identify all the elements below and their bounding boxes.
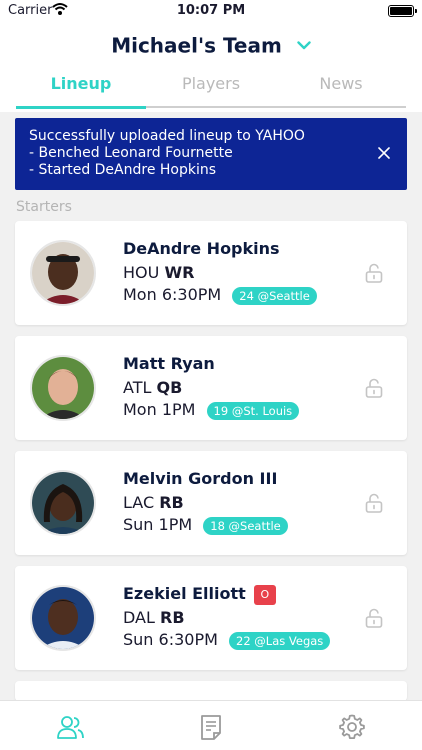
position: QB bbox=[156, 378, 183, 397]
matchup-badge: 22 @Las Vegas bbox=[229, 631, 331, 650]
player-card-partial[interactable] bbox=[15, 681, 407, 701]
player-card[interactable]: Ezekiel Elliott O DAL RB Sun 6:30PM 22 @L… bbox=[15, 566, 407, 670]
player-card[interactable]: Matt Ryan ATL QB Mon 1PM 19 @St. Louis bbox=[15, 336, 407, 440]
chevron-down-icon bbox=[297, 41, 311, 50]
tab-news[interactable]: News bbox=[276, 74, 406, 93]
tab-indicator bbox=[16, 106, 146, 109]
player-avatar bbox=[30, 240, 96, 306]
position: WR bbox=[164, 263, 195, 282]
game-info: Sun 6:30PM 22 @Las Vegas bbox=[123, 630, 331, 650]
team-abbr: HOU bbox=[123, 263, 160, 282]
tab-lineup[interactable]: Lineup bbox=[16, 74, 146, 93]
close-icon[interactable] bbox=[377, 146, 391, 160]
bottom-tab-bar bbox=[0, 700, 422, 750]
team-abbr: DAL bbox=[123, 608, 155, 627]
gear-icon[interactable] bbox=[338, 713, 366, 741]
team-abbr: ATL bbox=[123, 378, 152, 397]
player-avatar bbox=[30, 355, 96, 421]
unlocked-icon[interactable] bbox=[365, 378, 383, 398]
header: Michael's Team Lineup Players News bbox=[0, 22, 422, 112]
player-avatar bbox=[30, 585, 96, 651]
section-label-starters: Starters bbox=[16, 199, 72, 215]
player-avatar bbox=[30, 470, 96, 536]
game-time: Mon 1PM bbox=[123, 400, 196, 419]
game-info: Sun 1PM 18 @Seattle bbox=[123, 515, 288, 535]
people-icon[interactable] bbox=[56, 713, 84, 741]
upload-success-banner: Successfully uploaded lineup to YAHOO - … bbox=[15, 118, 407, 190]
player-name: Melvin Gordon III bbox=[123, 469, 278, 488]
status-bar: Carrier 10:07 PM bbox=[0, 0, 422, 22]
player-name-text: Ezekiel Elliott bbox=[123, 584, 246, 603]
matchup-badge: 19 @St. Louis bbox=[206, 401, 300, 420]
player-team-position: DAL RB bbox=[123, 608, 185, 627]
notes-icon[interactable] bbox=[197, 713, 225, 741]
matchup-badge: 18 @Seattle bbox=[203, 516, 288, 535]
unlocked-icon[interactable] bbox=[365, 263, 383, 283]
game-time: Mon 6:30PM bbox=[123, 285, 222, 304]
game-time: Sun 1PM bbox=[123, 515, 193, 534]
clock: 10:07 PM bbox=[176, 3, 246, 18]
player-team-position: LAC RB bbox=[123, 493, 184, 512]
team-title: Michael's Team bbox=[111, 33, 282, 58]
game-info: Mon 6:30PM 24 @Seattle bbox=[123, 285, 317, 305]
banner-line: - Started DeAndre Hopkins bbox=[29, 162, 217, 178]
battery-icon bbox=[388, 5, 417, 17]
segmented-tabs: Lineup Players News bbox=[16, 70, 406, 110]
player-team-position: HOU WR bbox=[123, 263, 194, 282]
player-card[interactable]: DeAndre Hopkins HOU WR Mon 6:30PM 24 @Se… bbox=[15, 221, 407, 325]
team-abbr: LAC bbox=[123, 493, 155, 512]
banner-line: - Benched Leonard Fournette bbox=[29, 145, 233, 161]
team-selector[interactable]: Michael's Team bbox=[0, 32, 422, 58]
game-info: Mon 1PM 19 @St. Louis bbox=[123, 400, 300, 420]
player-team-position: ATL QB bbox=[123, 378, 182, 397]
player-name: Ezekiel Elliott O bbox=[123, 584, 276, 605]
banner-line: Successfully uploaded lineup to YAHOO bbox=[29, 128, 305, 144]
injury-status-badge: O bbox=[253, 584, 276, 605]
player-name: DeAndre Hopkins bbox=[123, 239, 280, 258]
player-name: Matt Ryan bbox=[123, 354, 215, 373]
game-time: Sun 6:30PM bbox=[123, 630, 218, 649]
matchup-badge: 24 @Seattle bbox=[232, 286, 317, 305]
unlocked-icon[interactable] bbox=[365, 608, 383, 628]
tab-players[interactable]: Players bbox=[146, 74, 276, 93]
player-card[interactable]: Melvin Gordon III LAC RB Sun 1PM 18 @Sea… bbox=[15, 451, 407, 555]
position: RB bbox=[159, 493, 184, 512]
position: RB bbox=[160, 608, 185, 627]
unlocked-icon[interactable] bbox=[365, 493, 383, 513]
